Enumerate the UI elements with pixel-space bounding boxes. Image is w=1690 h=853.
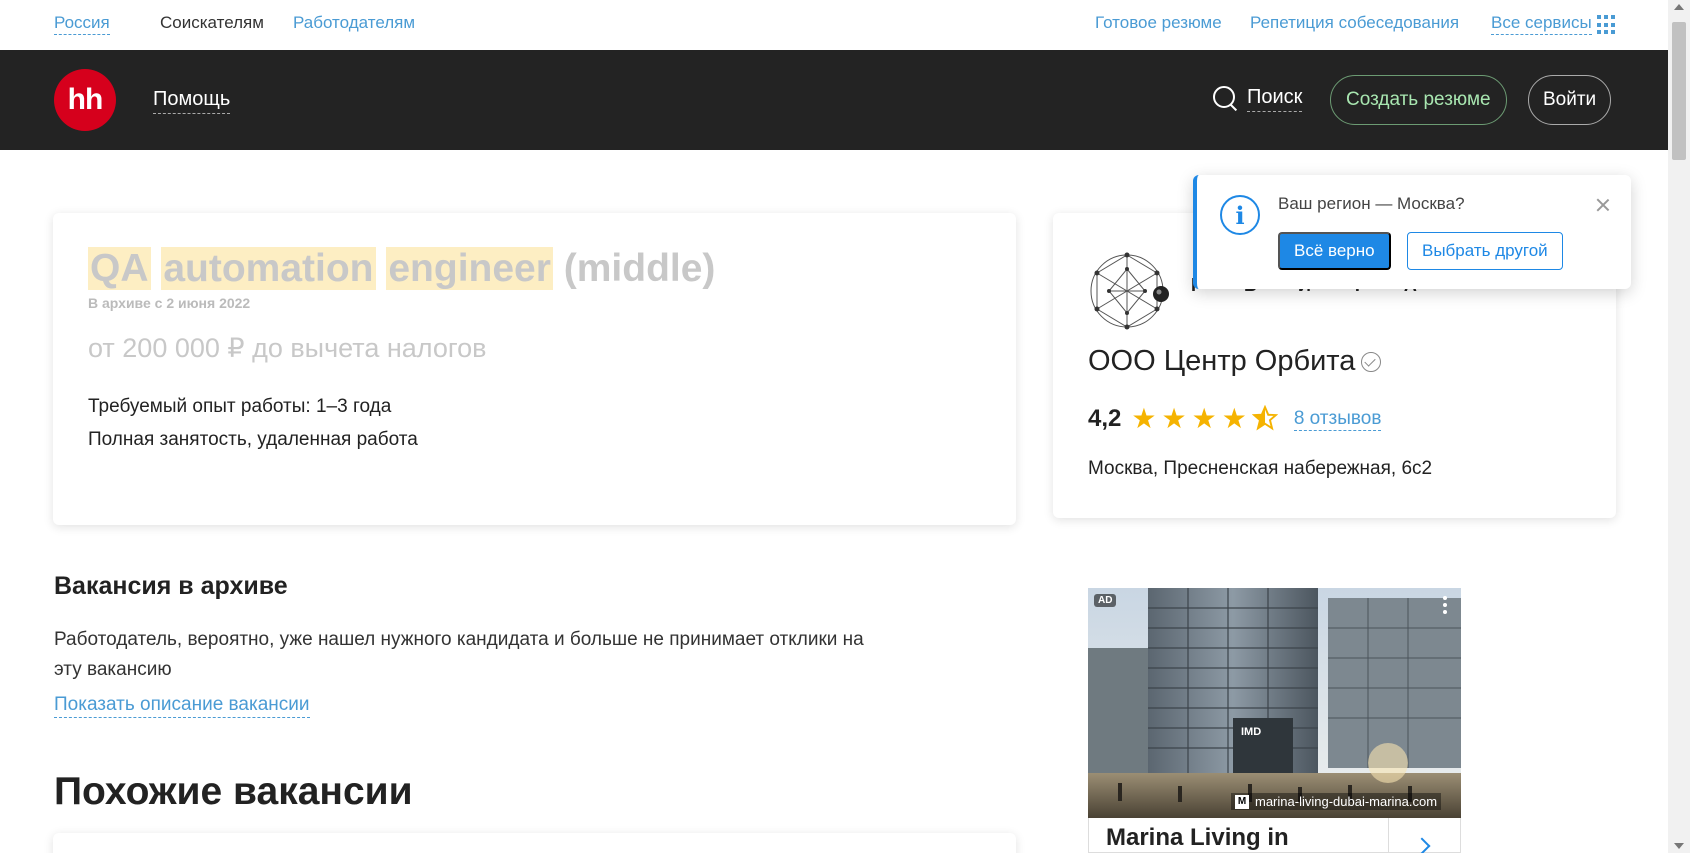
ad-source[interactable]: M marina-living-dubai-marina.com xyxy=(1231,793,1442,810)
search-button[interactable]: Поиск xyxy=(1213,86,1303,112)
archive-text: Работодатель, вероятно, уже нашел нужног… xyxy=(54,629,864,680)
company-name-text: ООО Центр Орбита xyxy=(1088,345,1356,377)
region-popup: i Ваш регион — Москва? Всё верно Выбрать… xyxy=(1193,175,1631,289)
title-highlight: automation xyxy=(161,247,376,290)
ad-source-icon: M xyxy=(1235,794,1249,809)
all-services-link[interactable]: Все сервисы xyxy=(1491,13,1592,35)
search-icon xyxy=(1213,86,1239,112)
ad-building-image: IMD xyxy=(1088,588,1461,818)
region-link[interactable]: Россия xyxy=(54,13,110,35)
similar-vacancies-heading: Похожие вакансии xyxy=(54,770,413,813)
company-logo-icon[interactable] xyxy=(1087,251,1172,331)
similar-vacancy-card[interactable] xyxy=(53,833,1016,853)
vacancy-card: QA automation engineer (middle) В архиве… xyxy=(53,213,1016,525)
seekers-link[interactable]: Соискателям xyxy=(160,13,264,33)
ad-source-text: marina-living-dubai-marina.com xyxy=(1255,794,1438,809)
salary: от 200 000 ₽ до вычета налогов xyxy=(88,333,487,363)
reviews-link[interactable]: 8 отзывов xyxy=(1293,408,1382,431)
company-name[interactable]: ООО Центр Орбита xyxy=(1088,345,1382,378)
region-question: Ваш регион — Москва? xyxy=(1278,194,1465,213)
ad-menu-icon[interactable] xyxy=(1443,596,1447,614)
title-highlight: engineer xyxy=(386,247,553,290)
archive-heading: Вакансия в архиве xyxy=(54,572,288,600)
utility-bar: Россия Соискателям Работодателям Готовое… xyxy=(0,0,1668,50)
close-icon[interactable] xyxy=(1595,197,1611,213)
create-resume-button[interactable]: Создать резюме xyxy=(1330,75,1507,125)
archived-date: В архиве с 2 июня 2022 xyxy=(88,295,251,311)
scroll-up-icon[interactable] xyxy=(1674,4,1684,10)
company-address: Москва, Пресненская набережная, 6с2 xyxy=(1088,458,1433,479)
company-rating: 4,2 ★ ★ ★ ★ 8 отзывов xyxy=(1088,403,1382,434)
verified-check-icon xyxy=(1361,351,1382,372)
ad-title: Marina Living in xyxy=(1106,824,1289,851)
services-grid-icon[interactable] xyxy=(1597,15,1617,35)
ad-image[interactable]: IMD AD M marina-living-dubai-marina.com xyxy=(1088,588,1461,818)
main-header: hh Помощь Поиск Создать резюме Войти xyxy=(0,50,1668,150)
ready-resume-link[interactable]: Готовое резюме xyxy=(1095,13,1222,33)
scroll-down-icon[interactable] xyxy=(1674,843,1684,849)
star-half-icon xyxy=(1251,405,1278,431)
hh-logo[interactable]: hh xyxy=(54,69,116,131)
interview-rehearsal-link[interactable]: Репетиция собеседования xyxy=(1250,13,1459,33)
employers-link[interactable]: Работодателям xyxy=(293,13,415,33)
info-icon: i xyxy=(1220,195,1260,235)
vacancy-title: QA automation engineer (middle) xyxy=(88,247,715,291)
chevron-right-icon[interactable] xyxy=(1413,837,1431,853)
rating-value: 4,2 xyxy=(1088,405,1122,432)
experience-requirement: Требуемый опыт работы: 1–3 года xyxy=(88,396,392,417)
title-rest: (middle) xyxy=(563,247,716,290)
star-icon: ★ xyxy=(1221,403,1247,434)
title-highlight: QA xyxy=(88,247,151,290)
page-scrollbar[interactable] xyxy=(1668,0,1690,853)
star-icon: ★ xyxy=(1161,403,1187,434)
search-label: Поиск xyxy=(1247,86,1303,112)
rating-stars: ★ ★ ★ ★ xyxy=(1131,403,1278,434)
login-button[interactable]: Войти xyxy=(1528,75,1612,125)
help-link[interactable]: Помощь xyxy=(153,88,231,114)
ad-block[interactable]: IMD AD M marina-living-dubai-marina.com … xyxy=(1088,588,1461,853)
choose-other-region-button[interactable]: Выбрать другой xyxy=(1407,232,1563,270)
star-icon: ★ xyxy=(1131,403,1157,434)
scroll-thumb[interactable] xyxy=(1672,22,1686,160)
ad-divider xyxy=(1388,818,1389,853)
star-icon: ★ xyxy=(1191,403,1217,434)
confirm-region-button[interactable]: Всё верно xyxy=(1278,232,1391,270)
show-description-link[interactable]: Показать описание вакансии xyxy=(54,694,310,718)
ad-building-sign: IMD xyxy=(1241,726,1261,738)
employment-type: Полная занятость, удаленная работа xyxy=(88,429,418,450)
ad-badge: AD xyxy=(1094,594,1117,607)
ad-caption[interactable]: Marina Living in xyxy=(1088,818,1461,853)
